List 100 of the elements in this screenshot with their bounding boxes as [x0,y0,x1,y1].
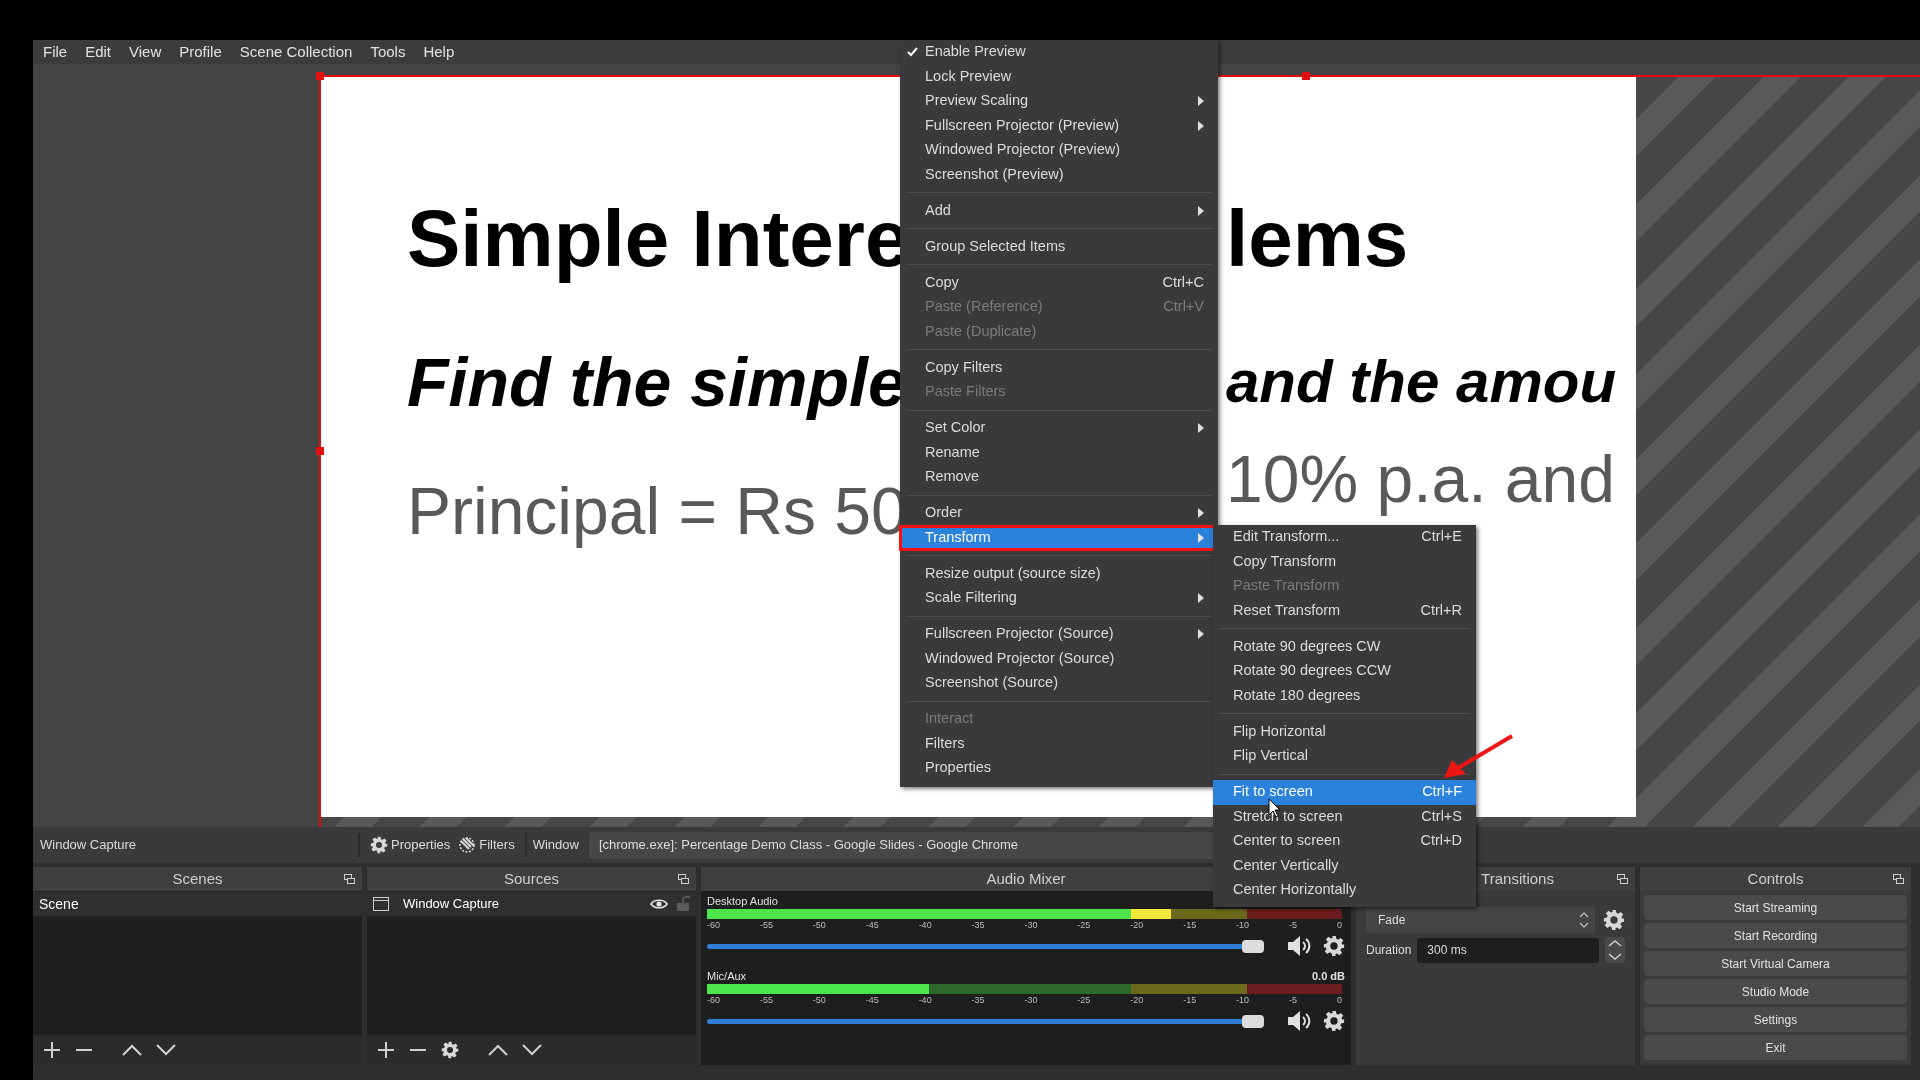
meter-scale-label: -40 [918,919,932,931]
menu-item[interactable]: Fit to screen Ctrl+F [1213,780,1476,805]
channel-name: Mic/Aux [707,969,747,985]
meter-scale-label: -45 [865,919,879,931]
meter-scale-label: -40 [918,994,932,1006]
slider-thumb[interactable] [1241,940,1264,953]
menu-bar-item[interactable]: Profile [170,40,231,64]
meter-scale-label: -60 [707,994,720,1006]
settings-icon[interactable] [1603,909,1625,931]
menu-bar-item[interactable]: Scene Collection [230,40,362,64]
dock-title: Sources [504,868,559,889]
field-label: Window [532,836,579,855]
control-button[interactable]: Start Streaming [1644,895,1907,920]
add-icon[interactable] [377,1041,395,1059]
menu-item[interactable]: Rotate 90 degrees CCW [1213,659,1476,684]
menu-item[interactable]: Order [900,501,1218,526]
resize-handle[interactable] [1302,72,1310,80]
move-up-icon[interactable] [122,1044,142,1056]
meter-scale-label: -50 [812,919,826,931]
menu-item[interactable]: Copy Transform [1213,549,1476,574]
menu-item[interactable]: Center Horizontally [1213,878,1476,903]
filters-button[interactable]: Filters [454,832,519,858]
shortcut-label: Ctrl+C [1162,272,1204,292]
move-down-icon[interactable] [522,1044,542,1056]
spinner-icon[interactable] [1605,937,1625,963]
control-button[interactable]: Exit [1644,1035,1907,1060]
move-down-icon[interactable] [156,1044,176,1056]
menu-bar-item[interactable]: Tools [361,40,415,64]
channel-name: Desktop Audio [707,894,778,910]
menu-item[interactable]: Stretch to screen Ctrl+S [1213,804,1476,829]
menu-bar-item[interactable]: Help [414,40,464,64]
undock-icon[interactable] [678,874,689,884]
add-icon[interactable] [43,1041,61,1059]
eye-icon[interactable] [650,898,668,910]
meter-scale-label: -10 [1236,994,1250,1006]
transition-select[interactable]: Fade [1366,907,1595,933]
shortcut-label: Ctrl+V [1163,297,1204,317]
menu-item[interactable]: Flip Horizontal [1213,719,1476,744]
meter-scale-label: -35 [971,919,985,931]
shortcut-label: Ctrl+E [1421,527,1462,547]
undock-icon[interactable] [344,874,355,884]
undock-icon[interactable] [1617,874,1628,884]
slide-text: lems [1226,195,1409,283]
meter-scale-label: -15 [1183,994,1197,1006]
meter-scale-label: -5 [1288,919,1297,931]
meter-scale-label: -30 [1024,994,1038,1006]
menu-item[interactable]: Screenshot (Preview) [900,162,1218,187]
settings-icon[interactable] [441,1041,459,1059]
slider-thumb[interactable] [1241,1015,1264,1028]
meter-scale-label: -55 [759,994,773,1006]
dock-title: Audio Mixer [986,868,1066,889]
resize-handle[interactable] [316,72,324,80]
meter-scale-label: -25 [1077,919,1091,931]
menu-item[interactable]: Windowed Projector (Preview) [900,138,1218,163]
meter-scale-label: -60 [707,919,720,931]
menu-bar-item[interactable]: Edit [76,40,121,64]
move-up-icon[interactable] [488,1044,508,1056]
field-label: Duration [1366,942,1412,959]
scene-item[interactable]: Scene [33,892,362,916]
menu-item[interactable]: Remove [900,465,1218,490]
duration-field[interactable]: 300 ms [1417,937,1599,963]
properties-button[interactable]: Properties [366,832,455,858]
menu-item[interactable]: Reset Transform Ctrl+R [1213,598,1476,623]
shortcut-label: Ctrl+S [1421,806,1462,826]
meter-scale-label: -45 [865,994,879,1006]
resize-handle[interactable] [316,447,324,455]
shortcut-label: Ctrl+D [1420,831,1462,851]
control-button[interactable]: Start Recording [1644,923,1907,948]
control-button[interactable]: Studio Mode [1644,979,1907,1004]
menu-item[interactable]: Enable Preview [900,40,1218,65]
control-button[interactable]: Settings [1644,1007,1907,1032]
meter-scale-label: -15 [1183,919,1197,931]
slide-text: and the amou [1226,349,1617,415]
menu-item[interactable]: Rotate 180 degrees [1213,683,1476,708]
menu-item[interactable]: Preview Scaling [900,89,1218,114]
menu-item[interactable]: Fullscreen Projector (Preview) [900,113,1218,138]
source-item[interactable]: Window Capture [367,892,696,916]
menu-item[interactable]: Flip Vertical [1213,744,1476,769]
menu-item[interactable]: Rename [900,440,1218,465]
speaker-icon[interactable] [1287,1010,1313,1032]
control-button[interactable]: Start Virtual Camera [1644,951,1907,976]
dock-title: Controls [1747,868,1804,889]
meter-scale-label: -55 [759,919,773,931]
meter-scale-label: 0 [1336,994,1342,1006]
window-icon [373,897,389,911]
meter-scale-label: -35 [971,994,985,1006]
undock-icon[interactable] [1893,874,1904,884]
meter-scale-label: -30 [1024,919,1038,931]
menu-bar-item[interactable]: View [120,40,171,64]
dock-title: Scenes [172,868,223,889]
menu-item[interactable]: Lock Preview [900,64,1218,89]
shortcut-label: Ctrl+R [1420,600,1462,620]
selected-source-name: Window Capture [40,836,138,855]
menu-bar-item[interactable]: File [34,40,77,64]
menu-item[interactable]: Rotate 90 degrees CW [1213,634,1476,659]
settings-icon[interactable] [1323,1010,1345,1032]
source-name: Window Capture [403,895,501,914]
gear-icon [370,836,388,854]
speaker-icon[interactable] [1287,935,1313,957]
settings-icon[interactable] [1323,935,1345,957]
